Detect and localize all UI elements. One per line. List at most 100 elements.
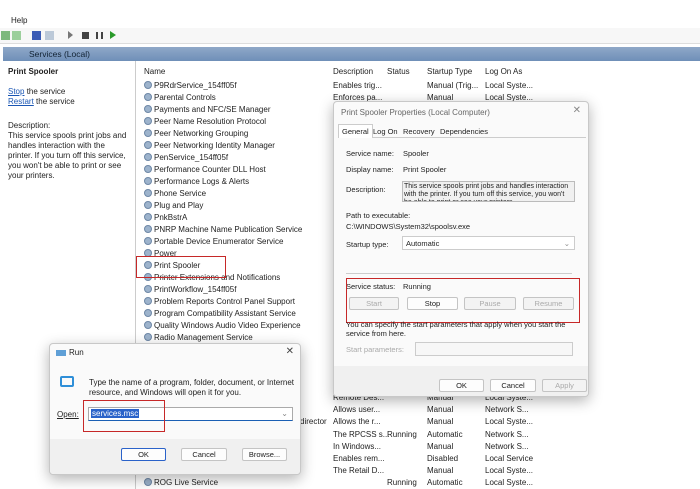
service-row[interactable]: Problem Reports Control Panel Support: [144, 296, 295, 308]
col-logon[interactable]: Log On As: [485, 67, 522, 76]
startup-type-label: Startup type:: [346, 240, 389, 249]
service-logon: Network S...: [485, 429, 529, 439]
col-description[interactable]: Description: [333, 67, 373, 76]
service-gear-icon: [144, 117, 152, 125]
col-status[interactable]: Status: [387, 67, 410, 76]
service-description: In Windows...: [333, 441, 382, 451]
description-label: Description:: [346, 185, 386, 194]
restart-link[interactable]: Restart: [8, 97, 34, 106]
tab-recovery[interactable]: Recovery: [403, 127, 435, 136]
tab-log-on[interactable]: Log On: [373, 127, 398, 136]
service-name: Problem Reports Control Panel Support: [154, 297, 295, 306]
service-name: PnkBstrA: [154, 213, 188, 222]
service-name: director: [300, 417, 327, 427]
service-row[interactable]: Payments and NFC/SE Manager: [144, 104, 271, 116]
service-gear-icon: [144, 237, 152, 245]
service-row[interactable]: Peer Networking Identity Manager: [144, 140, 275, 152]
service-name: PNRP Machine Name Publication Service: [154, 225, 303, 234]
service-startup: Manual: [427, 417, 454, 427]
display-name-label: Display name:: [346, 165, 394, 174]
cancel-button[interactable]: Cancel: [490, 379, 536, 392]
service-name: Plug and Play: [154, 201, 204, 210]
restart-icon[interactable]: [110, 31, 116, 39]
close-icon[interactable]: ✕: [573, 105, 581, 116]
start-params-input[interactable]: [415, 342, 573, 356]
close-icon[interactable]: ✕: [286, 346, 294, 357]
service-name: Performance Logs & Alerts: [154, 177, 250, 186]
service-logon: Local Syste...: [485, 417, 534, 427]
browse-button[interactable]: Browse...: [242, 448, 287, 461]
export-icon[interactable]: [12, 31, 21, 40]
console-icon[interactable]: [45, 31, 54, 40]
service-startup: Disabled: [427, 454, 459, 463]
description-box[interactable]: This service spools print jobs and handl…: [402, 181, 575, 202]
service-gear-icon: [144, 141, 152, 149]
service-row[interactable]: PrintWorkflow_154ff05f: [144, 284, 236, 296]
startup-type-select[interactable]: Automatic ⌄: [402, 236, 575, 250]
service-row[interactable]: PNRP Machine Name Publication Service: [144, 224, 302, 236]
service-row[interactable]: Portable Device Enumerator Service: [144, 236, 283, 248]
refresh-icon[interactable]: [1, 31, 10, 40]
service-row[interactable]: Program Compatibility Assistant Service: [144, 308, 296, 320]
service-logon: Local Syste...: [485, 466, 534, 476]
service-row[interactable]: Phone Service: [144, 188, 206, 200]
highlight-print-spooler: [136, 256, 226, 278]
service-row[interactable]: Quality Windows Audio Video Experience: [144, 320, 301, 332]
service-gear-icon: [144, 297, 152, 305]
run-cancel-button[interactable]: Cancel: [181, 448, 227, 461]
services-header: Services (Local): [3, 47, 700, 61]
service-row[interactable]: Parental Controls: [144, 92, 216, 104]
stop-icon[interactable]: [82, 32, 89, 39]
service-row[interactable]: PenService_154ff05f: [144, 152, 228, 164]
highlight-service-status: [346, 278, 580, 323]
menu-help[interactable]: Help: [11, 16, 27, 25]
service-row[interactable]: Performance Counter DLL Host: [144, 164, 266, 176]
service-gear-icon: [144, 129, 152, 137]
service-row[interactable]: Plug and Play: [144, 200, 203, 212]
startup-type-value: Automatic: [406, 239, 440, 248]
ok-button[interactable]: OK: [439, 379, 484, 392]
service-startup: Manual: [427, 466, 454, 476]
service-name: Radio Management Service: [154, 333, 253, 342]
service-row[interactable]: Peer Networking Grouping: [144, 128, 248, 140]
service-description: Enables rem...: [333, 454, 385, 463]
run-ok-button[interactable]: OK: [121, 448, 166, 461]
service-gear-icon: [144, 478, 152, 487]
tab-general[interactable]: General: [338, 124, 373, 138]
service-description: Enables trig...: [333, 81, 382, 90]
service-row[interactable]: Peer Name Resolution Protocol: [144, 116, 266, 128]
chevron-down-icon[interactable]: ⌄: [281, 409, 288, 418]
service-name: Quality Windows Audio Video Experience: [154, 321, 301, 330]
description-text: This service spools print jobs and handl…: [8, 131, 127, 180]
service-row[interactable]: ROG Live Service: [144, 477, 218, 489]
service-logon: Network S...: [485, 405, 529, 415]
pause-icon[interactable]: [96, 32, 103, 39]
run-program-icon: [60, 376, 74, 387]
service-row[interactable]: P9RdrService_154ff05f: [144, 80, 237, 92]
service-name: Program Compatibility Assistant Service: [154, 309, 296, 318]
path-label: Path to executable:: [346, 211, 411, 220]
service-logon: Network S...: [485, 441, 529, 451]
tab-dependencies[interactable]: Dependencies: [440, 127, 488, 136]
col-name[interactable]: Name: [144, 67, 165, 76]
start-icon[interactable]: [68, 31, 73, 39]
service-row[interactable]: Performance Logs & Alerts: [144, 176, 249, 188]
service-logon: Local Service: [485, 454, 534, 463]
service-startup: Manual: [427, 405, 454, 415]
col-startup[interactable]: Startup Type: [427, 67, 472, 76]
service-name-value: Spooler: [403, 149, 429, 158]
service-description: Allows the r...: [333, 417, 381, 427]
stop-link[interactable]: Stop: [8, 87, 24, 96]
service-gear-icon: [144, 285, 152, 293]
service-row[interactable]: PnkBstrA: [144, 212, 187, 224]
service-startup: Manual (Trig...: [427, 81, 479, 90]
help-icon[interactable]: [32, 31, 41, 40]
service-description: The RPCSS s...: [333, 429, 390, 439]
service-gear-icon: [144, 81, 152, 89]
service-startup: Manual: [427, 441, 454, 451]
service-name: Peer Name Resolution Protocol: [154, 117, 267, 126]
service-gear-icon: [144, 309, 152, 317]
restart-suffix: the service: [33, 97, 75, 106]
service-row[interactable]: director: [300, 416, 327, 428]
apply-button[interactable]: Apply: [542, 379, 587, 392]
